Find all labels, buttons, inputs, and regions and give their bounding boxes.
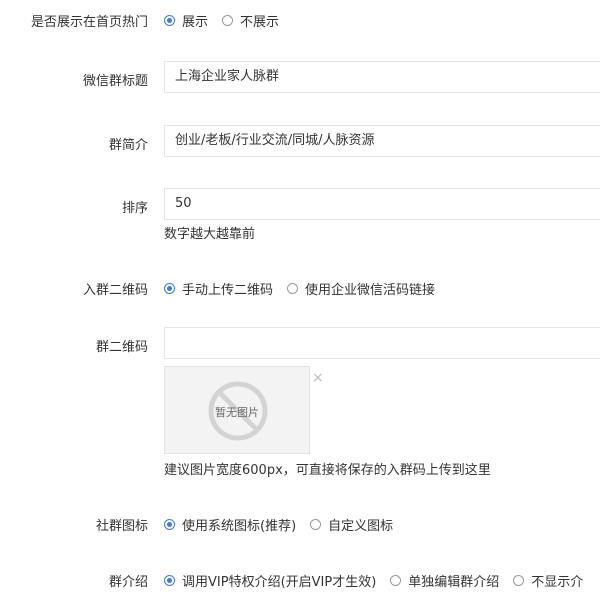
radio-dot-checked[interactable]: [164, 283, 175, 294]
radio-dot[interactable]: [310, 519, 322, 530]
sort-hint: 数字越大越靠前: [164, 227, 256, 242]
radio-system-icon[interactable]: 使用系统图标(推荐): [164, 515, 296, 534]
qr-code-input[interactable]: [164, 327, 600, 359]
qr-mode-radio-group: 手动上传二维码 使用企业微信活码链接: [164, 279, 449, 298]
group-title-label: 微信群标题: [82, 74, 148, 89]
radio-dot[interactable]: [390, 575, 402, 586]
radio-dot[interactable]: [222, 15, 234, 26]
group-icon-radio-group: 使用系统图标(推荐) 自定义图标: [164, 515, 407, 534]
group-icon-label: 社群图标: [95, 519, 148, 534]
radio-dot-checked[interactable]: [164, 575, 175, 586]
radio-system-icon-label: 使用系统图标(推荐): [182, 519, 297, 534]
radio-vip-intro-label: 调用VIP特权介绍(开启VIP才生效): [182, 575, 377, 590]
radio-wecom-link[interactable]: 使用企业微信活码链接: [287, 279, 435, 298]
qr-code-label: 群二维码: [95, 340, 148, 355]
radio-vip-intro[interactable]: 调用VIP特权介绍(开启VIP才生效): [164, 571, 376, 590]
radio-hide[interactable]: 不展示: [222, 11, 279, 30]
group-title-input[interactable]: 上海企业家人脉群: [164, 61, 600, 93]
show-hot-radio-group: 展示 不展示: [164, 11, 293, 30]
radio-manual-upload-label: 手动上传二维码: [182, 283, 274, 298]
qr-image-preview[interactable]: 暂无图片: [164, 366, 310, 454]
radio-custom-icon-label: 自定义图标: [328, 519, 394, 534]
radio-hide-intro[interactable]: 不显示介: [513, 571, 583, 590]
qr-code-hint: 建议图片宽度600px，可直接将保存的入群码上传到这里: [164, 463, 491, 478]
radio-dot-checked[interactable]: [164, 519, 175, 530]
radio-show-label: 展示: [182, 15, 209, 30]
radio-custom-icon[interactable]: 自定义图标: [310, 515, 393, 534]
radio-show[interactable]: 展示: [164, 11, 208, 30]
show-hot-label: 是否展示在首页热门: [30, 15, 148, 30]
radio-dot-checked[interactable]: [164, 15, 175, 26]
group-intro-label: 群简介: [108, 138, 148, 153]
sort-input[interactable]: 50: [164, 188, 600, 220]
radio-edit-intro[interactable]: 单独编辑群介绍: [390, 571, 499, 590]
radio-hide-intro-label: 不显示介: [531, 575, 584, 590]
radio-dot[interactable]: [287, 283, 299, 294]
no-image-text: 暂无图片: [215, 406, 259, 419]
radio-hide-label: 不展示: [240, 15, 280, 30]
sort-label: 排序: [121, 201, 148, 216]
radio-dot[interactable]: [513, 575, 525, 586]
group-desc-label: 群介绍: [108, 575, 148, 590]
radio-manual-upload[interactable]: 手动上传二维码: [164, 279, 273, 298]
close-icon[interactable]: ×: [312, 370, 324, 386]
radio-wecom-link-label: 使用企业微信活码链接: [305, 283, 436, 298]
qr-mode-label: 入群二维码: [82, 283, 148, 298]
group-intro-input[interactable]: 创业/老板/行业交流/同城/人脉资源: [164, 125, 600, 157]
group-desc-radio-group: 调用VIP特权介绍(开启VIP才生效) 单独编辑群介绍 不显示介: [164, 571, 600, 590]
radio-edit-intro-label: 单独编辑群介绍: [408, 575, 500, 590]
